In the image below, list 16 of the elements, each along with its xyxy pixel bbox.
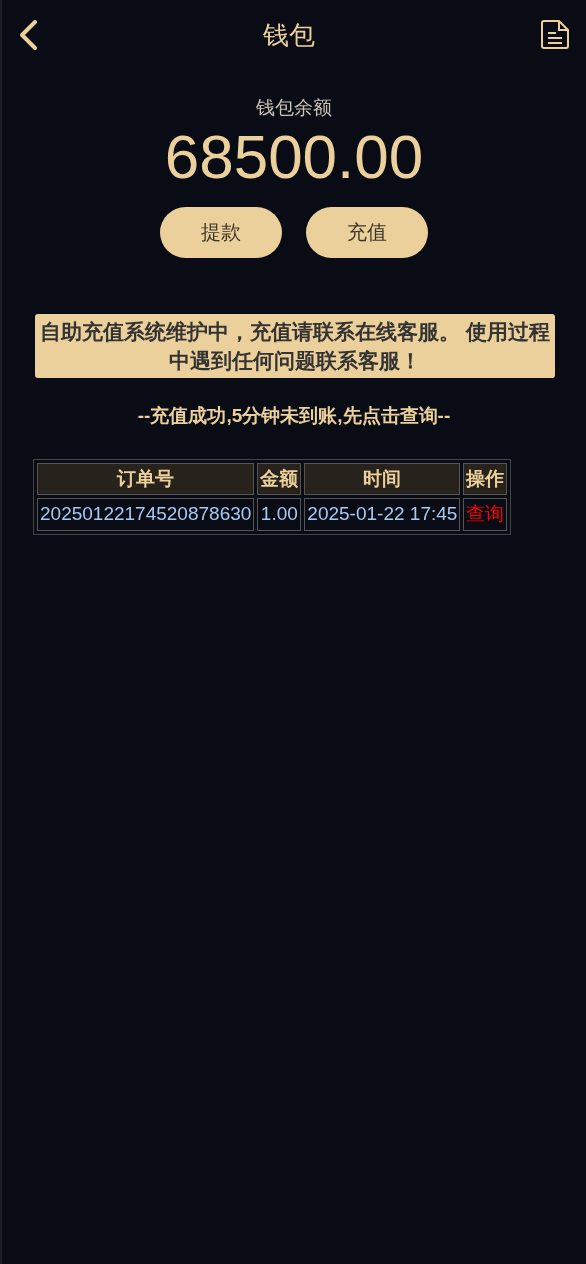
column-header: 操作 [463, 462, 508, 496]
column-header: 时间 [304, 462, 461, 496]
balance-amount: 68500.00 [163, 122, 425, 191]
table-cell: 1.00 [257, 498, 302, 531]
withdraw-button[interactable]: 提款 [160, 206, 282, 258]
column-header: 订单号 [37, 462, 255, 496]
document-icon[interactable] [540, 20, 570, 50]
column-header: 金额 [257, 462, 302, 496]
table-cell: 2025-01-22 17:45 [304, 498, 461, 531]
recharge-hint: --充值成功,5分钟未到账,先点击查询-- [137, 404, 451, 429]
recharge-button[interactable]: 充值 [306, 206, 428, 258]
balance-label: 钱包余额 [255, 96, 333, 120]
table-cell: 20250122174520878630 [37, 498, 255, 531]
back-icon[interactable] [18, 19, 38, 51]
maintenance-notice: 自助充值系统维护中，充值请联系在线客服。 使用过程中遇到任何问题联系客服！ [35, 313, 555, 379]
page-title: 钱包 [263, 18, 315, 52]
